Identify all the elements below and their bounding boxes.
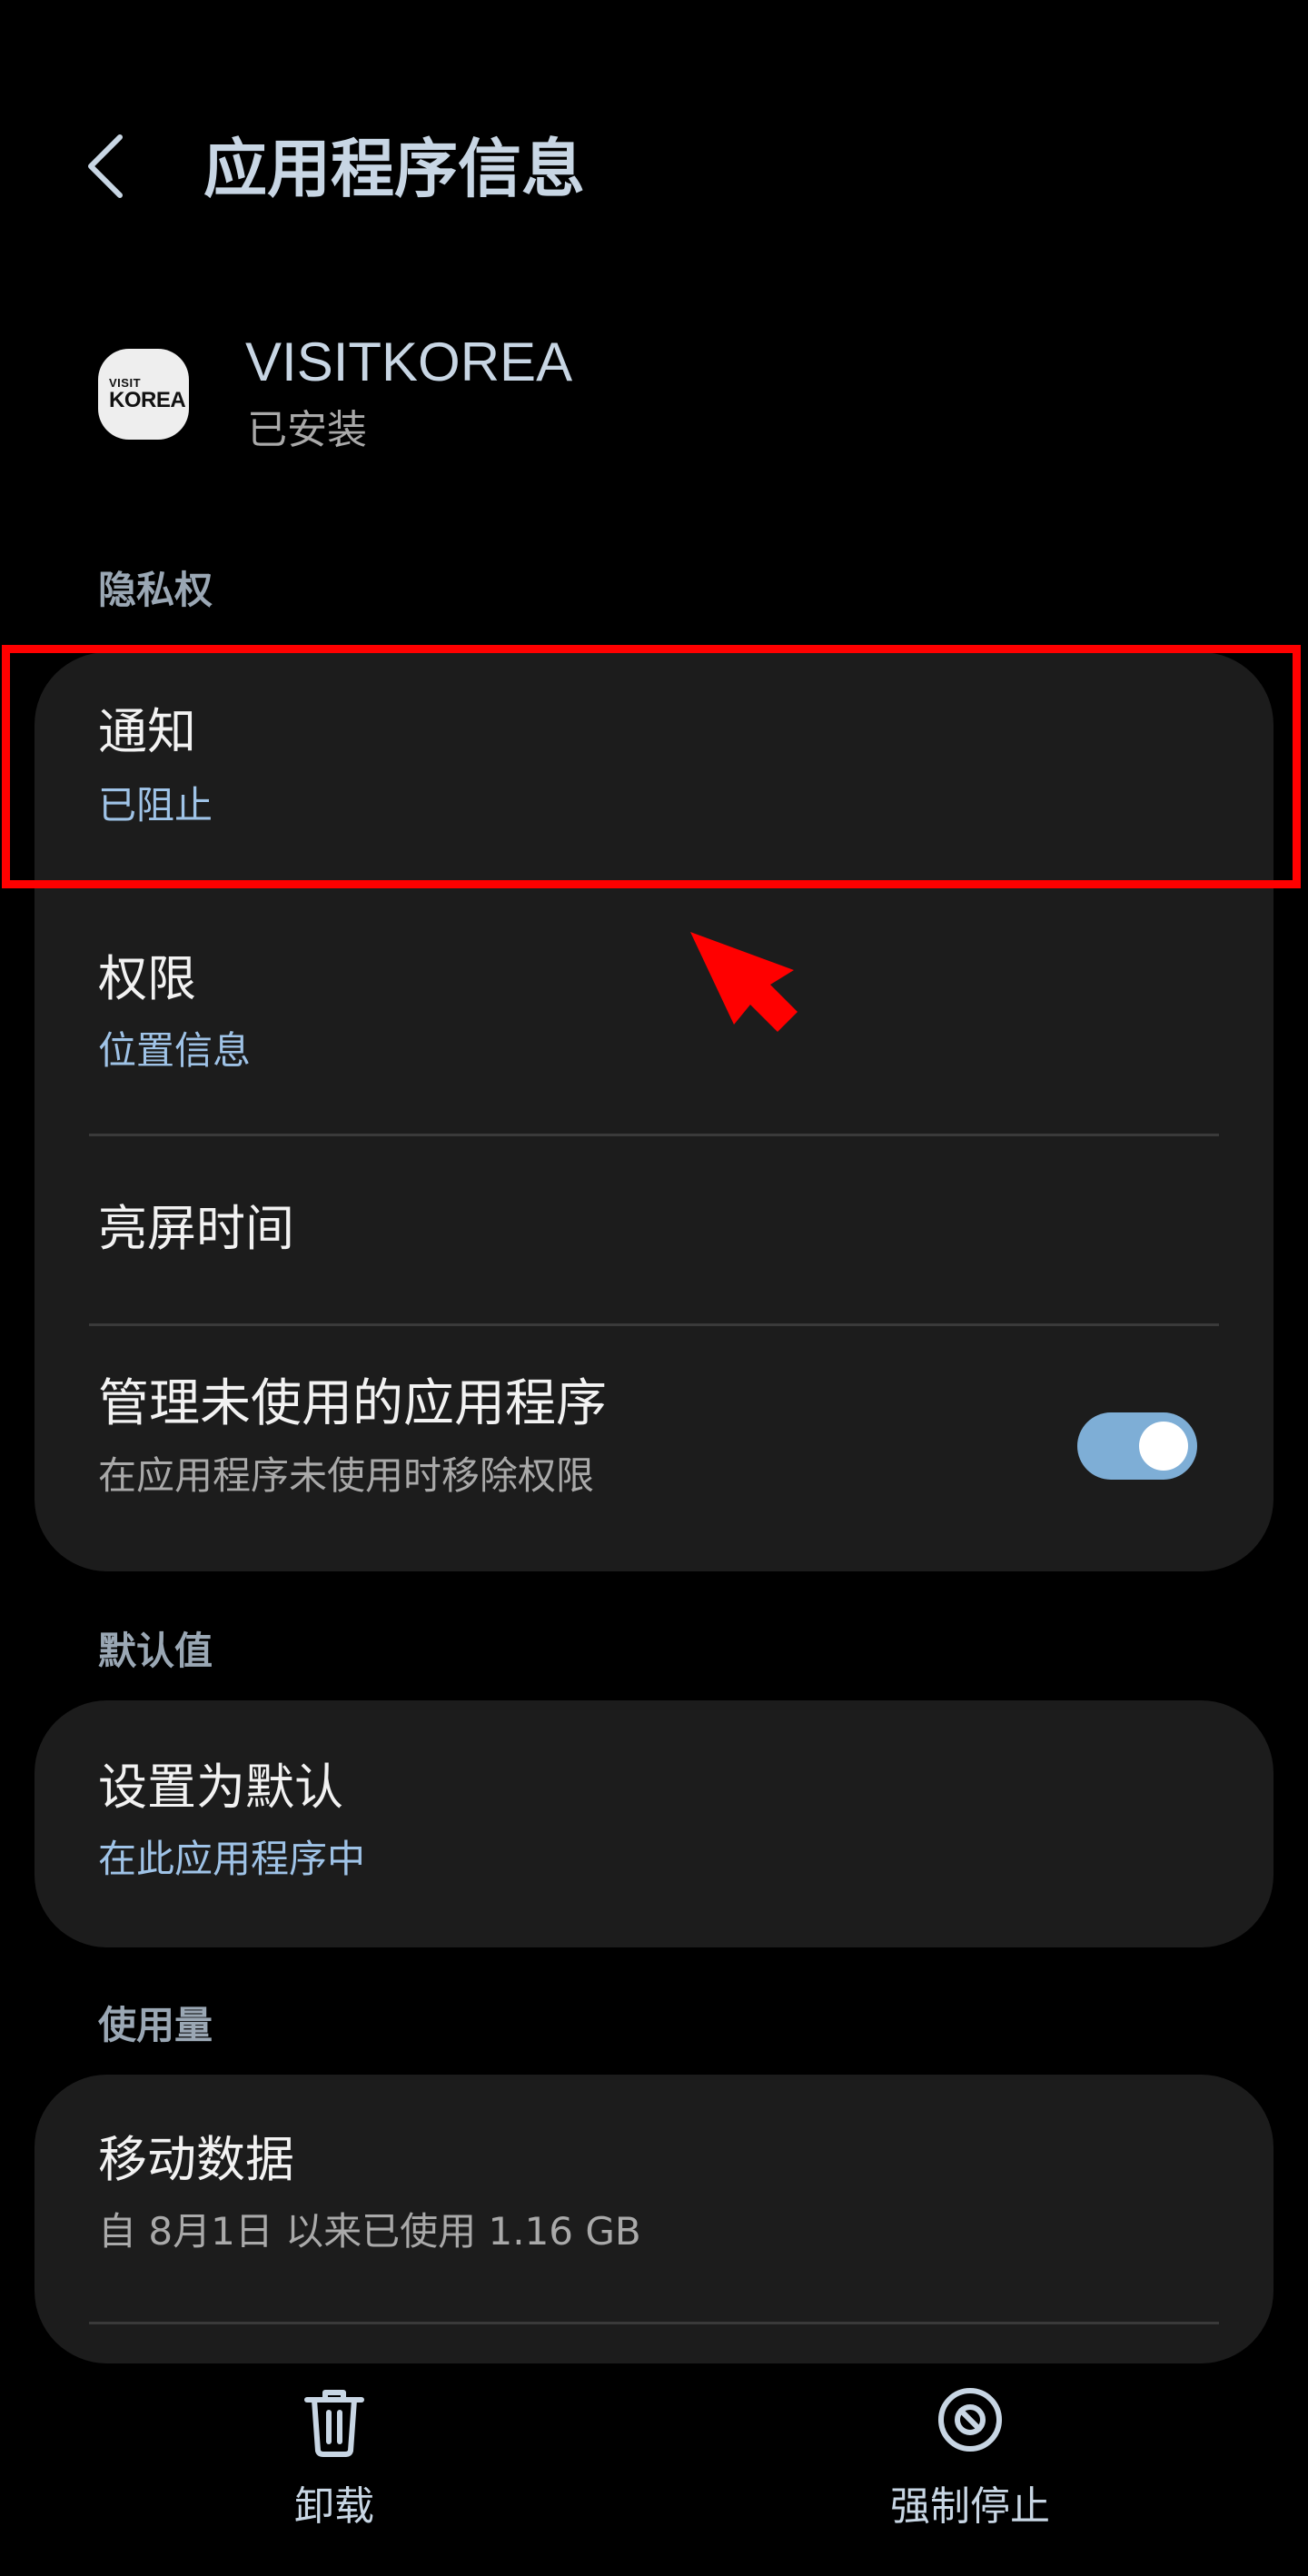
uninstall-label: 卸载: [294, 2483, 374, 2530]
permissions-item[interactable]: 权限 位置信息: [35, 890, 1273, 1137]
notifications-item[interactable]: 通知 已阻止: [35, 652, 1273, 890]
set-as-default-summary: 在此应用程序中: [98, 1837, 366, 1881]
manage-unused-apps-item[interactable]: 管理未使用的应用程序 在应用程序未使用时移除权限: [35, 1326, 1273, 1571]
section-header-defaults: 默认值: [98, 1629, 213, 1673]
manage-unused-apps-toggle[interactable]: [1077, 1412, 1197, 1480]
mobile-data-item[interactable]: 移动数据 自 8月1日 以来已使用 1.16 GB: [35, 2075, 1273, 2320]
force-stop-label: 强制停止: [890, 2483, 1050, 2530]
notifications-title: 通知: [98, 703, 196, 760]
set-as-default-title: 设置为默认: [98, 1759, 343, 1816]
defaults-card: 设置为默认 在此应用程序中: [35, 1700, 1273, 1947]
divider: [89, 2322, 1219, 2324]
privacy-card: 通知 已阻止 权限 位置信息 亮屏时间 管理未使用的应用程序 在应用程序未使用时…: [35, 652, 1273, 1571]
toggle-knob: [1139, 1422, 1188, 1471]
back-button[interactable]: [80, 116, 162, 216]
set-as-default-item[interactable]: 设置为默认 在此应用程序中: [35, 1700, 1273, 1947]
section-header-usage: 使用量: [98, 2003, 213, 2047]
notifications-status: 已阻止: [98, 783, 213, 827]
uninstall-button[interactable]: 卸载: [171, 2358, 498, 2576]
screen-time-title: 亮屏时间: [98, 1200, 294, 1257]
mobile-data-summary: 自 8月1日 以来已使用 1.16 GB: [98, 2209, 641, 2254]
permissions-title: 权限: [98, 950, 196, 1007]
chevron-left-icon: [88, 134, 123, 198]
app-name: VISITKOREA: [245, 332, 573, 392]
block-icon: [938, 2388, 1002, 2452]
manage-unused-apps-title: 管理未使用的应用程序: [98, 1374, 607, 1433]
mobile-data-title: 移动数据: [98, 2131, 294, 2188]
force-stop-button[interactable]: 强制停止: [807, 2358, 1134, 2576]
manage-unused-apps-description: 在应用程序未使用时移除权限: [98, 1453, 595, 1498]
app-install-status: 已安装: [247, 407, 367, 453]
trash-icon: [304, 2390, 364, 2457]
app-icon-text-line2: KOREA: [109, 388, 186, 412]
usage-card: 移动数据 自 8月1日 以来已使用 1.16 GB: [35, 2075, 1273, 2363]
app-icon: VISIT KOREA: [98, 349, 189, 440]
screen-time-item[interactable]: 亮屏时间: [35, 1136, 1273, 1323]
permissions-summary: 位置信息: [98, 1028, 252, 1073]
section-header-privacy: 隐私权: [98, 568, 213, 612]
page-title: 应用程序信息: [203, 132, 585, 206]
